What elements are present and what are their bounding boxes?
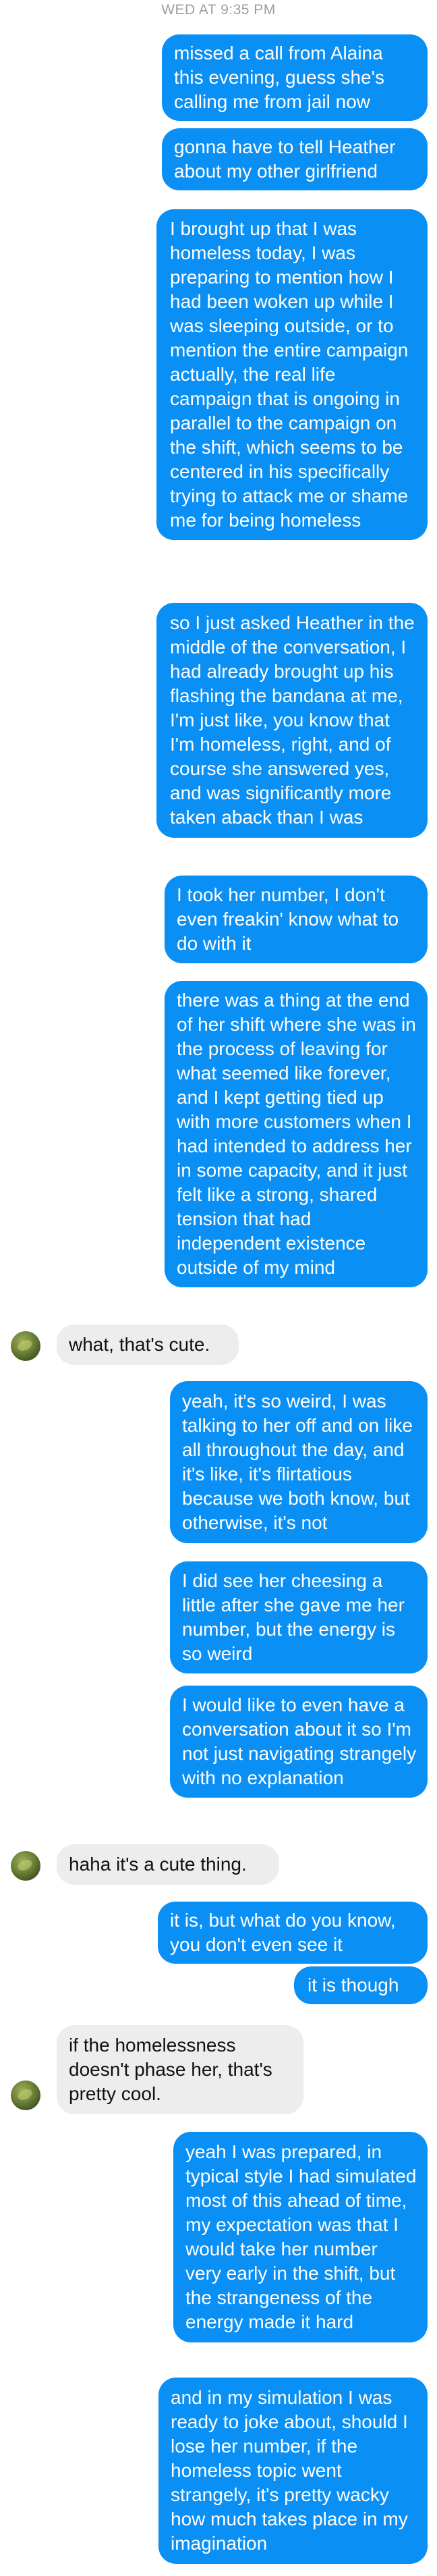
sent-message-bubble[interactable]: I took her number, I don't even freakin'… <box>165 876 428 963</box>
sent-message-bubble[interactable]: it is, but what do you know, you don't e… <box>158 1902 428 1964</box>
sent-message-bubble[interactable]: so I just asked Heather in the middle of… <box>156 603 428 838</box>
sent-message-bubble[interactable]: yeah I was prepared, in typical style I … <box>173 2132 428 2342</box>
received-message-bubble[interactable]: what, that's cute. <box>57 1324 239 1365</box>
sent-message-bubble[interactable]: I did see her cheesing a little after sh… <box>170 1561 428 1673</box>
sent-message-bubble[interactable]: gonna have to tell Heather about my othe… <box>162 128 428 190</box>
sent-message-bubble[interactable]: it is though <box>294 1966 428 2004</box>
sent-message-bubble[interactable]: I would like to even have a conversation… <box>170 1686 428 1798</box>
sent-message-bubble[interactable]: there was a thing at the end of her shif… <box>165 981 428 1287</box>
contact-avatar[interactable] <box>11 2081 40 2110</box>
sent-message-bubble[interactable]: I brought up that I was homeless today, … <box>156 209 428 540</box>
contact-avatar[interactable] <box>11 1331 40 1361</box>
received-message-bubble[interactable]: haha it's a cute thing. <box>57 1844 279 1885</box>
message-timestamp: WED AT 9:35 PM <box>161 2 276 18</box>
received-message-bubble[interactable]: if the homelessness doesn't phase her, t… <box>57 2025 303 2114</box>
sent-message-bubble[interactable]: missed a call from Alaina this evening, … <box>162 34 428 121</box>
sent-message-bubble[interactable]: and in my simulation I was ready to joke… <box>158 2378 428 2564</box>
sent-message-bubble[interactable]: yeah, it's so weird, I was talking to he… <box>170 1381 428 1543</box>
contact-avatar[interactable] <box>11 1851 40 1881</box>
